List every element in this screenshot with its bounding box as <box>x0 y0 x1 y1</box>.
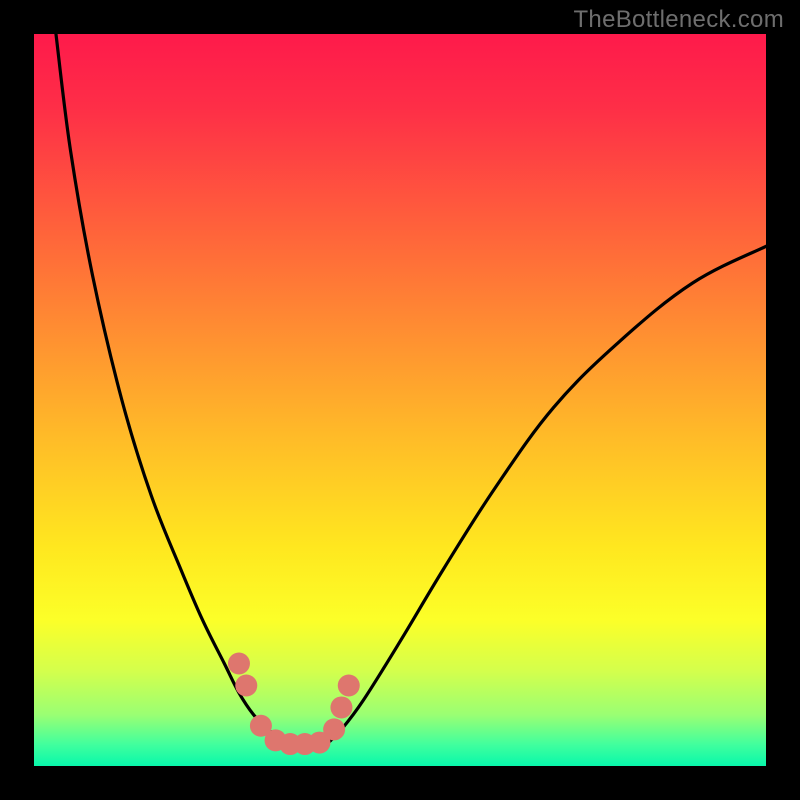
chart-frame: TheBottleneck.com <box>0 0 800 800</box>
series-left-curve <box>56 34 283 744</box>
marker-group <box>228 653 360 756</box>
marker-dot <box>330 696 352 718</box>
marker-dot <box>228 653 250 675</box>
marker-dot <box>323 718 345 740</box>
chart-svg <box>34 34 766 766</box>
series-right-curve <box>327 246 766 744</box>
watermark-text: TheBottleneck.com <box>573 6 784 34</box>
marker-dot <box>235 674 257 696</box>
plot-area <box>34 34 766 766</box>
marker-dot <box>338 674 360 696</box>
